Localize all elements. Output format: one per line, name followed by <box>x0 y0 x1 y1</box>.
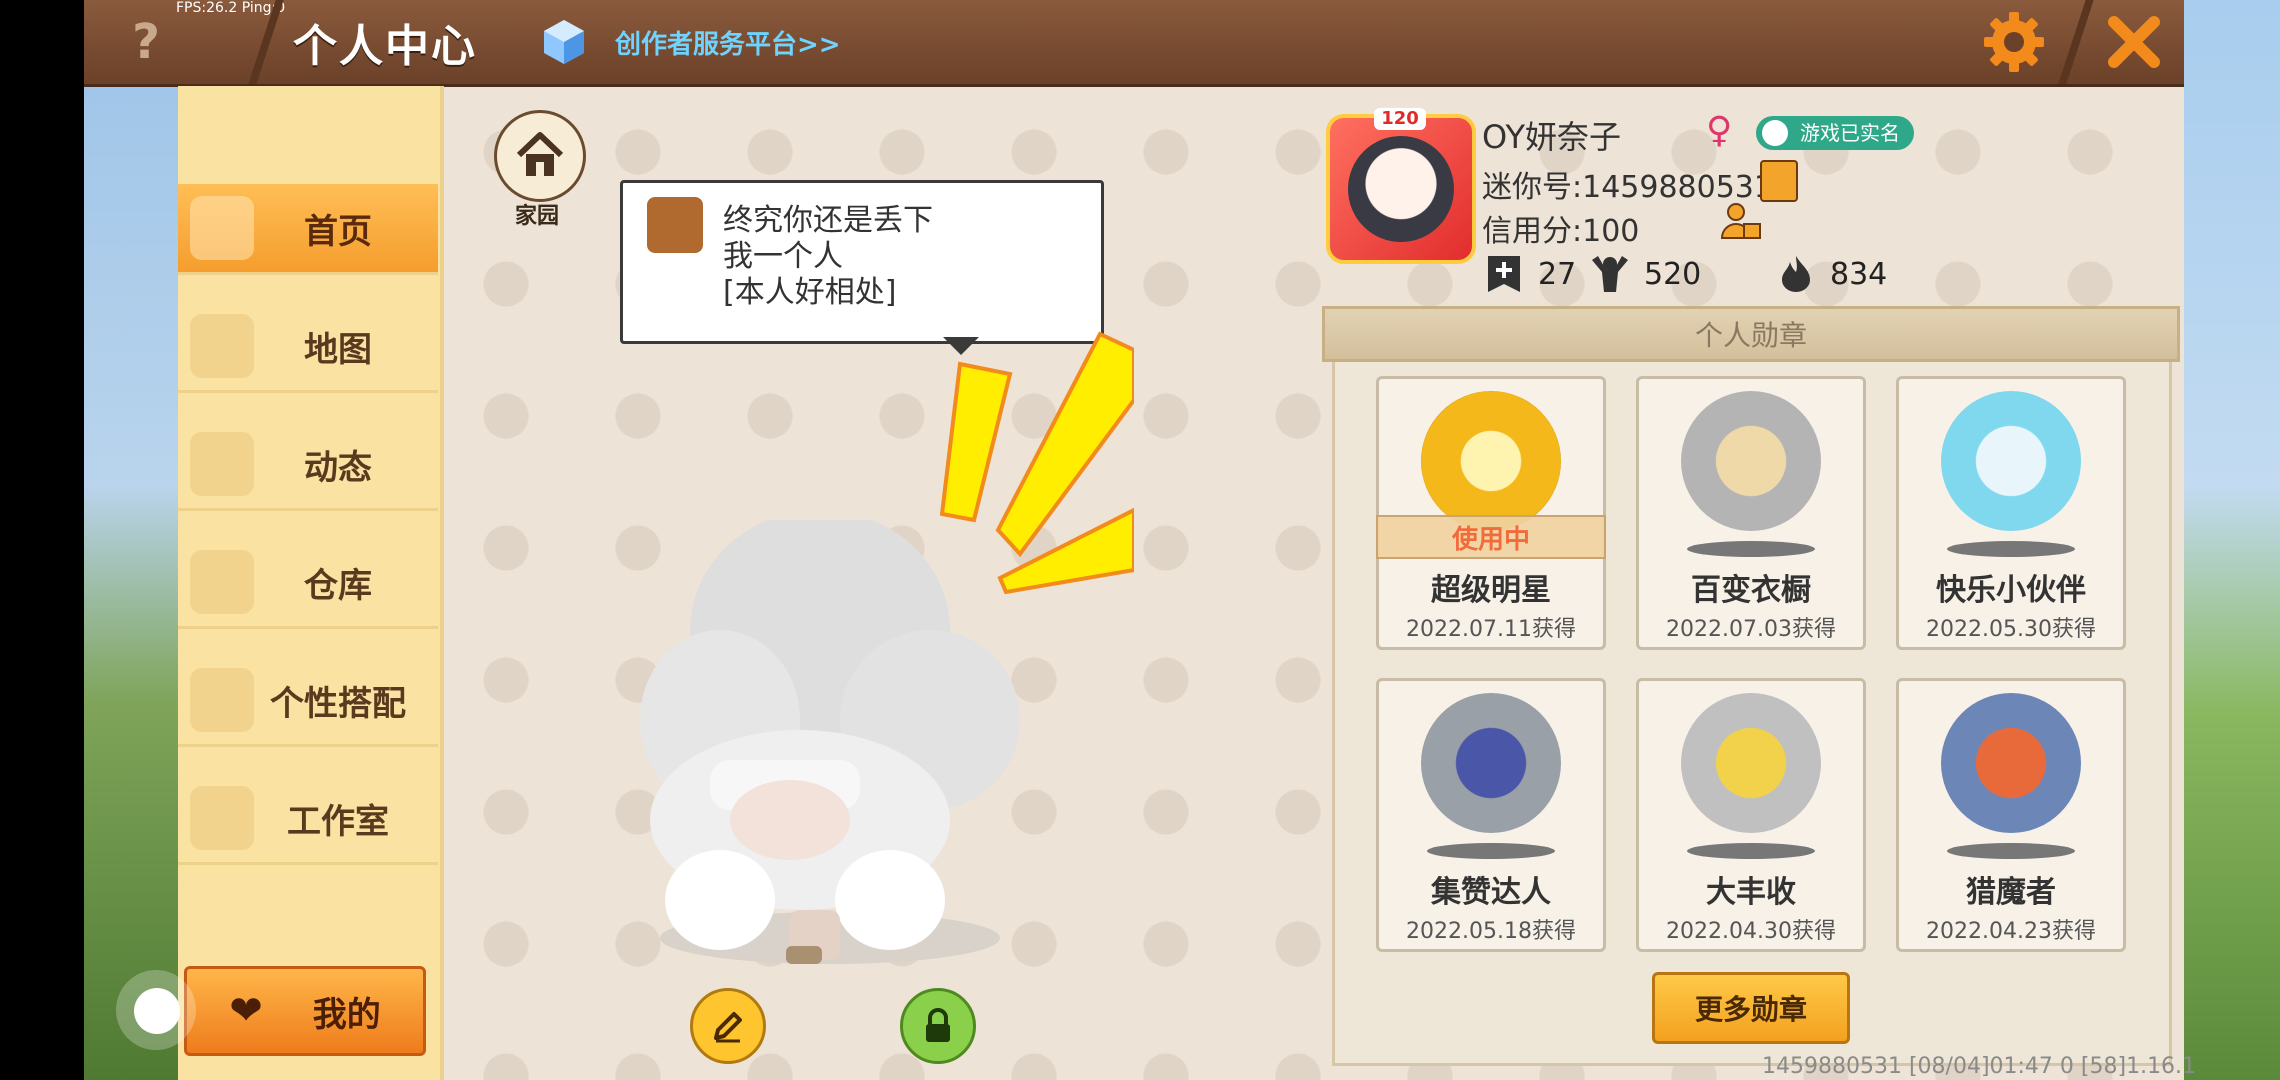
medal-icon <box>1681 391 1821 531</box>
footer-version: 1459880531 [08/04]01:47 0 [58]1.16.1 <box>1762 1054 2197 1079</box>
more-medals-button[interactable]: 更多勋章 <box>1652 972 1850 1044</box>
medal-name: 超级明星 <box>1431 573 1551 608</box>
home-button[interactable] <box>494 110 586 202</box>
stat-fans: 520 <box>1590 254 1701 294</box>
fps-readout: FPS:26.2 Ping:0 <box>176 0 286 16</box>
medal-shadow <box>1947 843 2075 859</box>
medal-date: 2022.05.18获得 <box>1406 919 1576 944</box>
sidebar-item-studio[interactable]: 工作室 <box>178 774 438 865</box>
medal-icon <box>1941 391 2081 531</box>
medal-card[interactable]: 使用中 超级明星 2022.07.11获得 <box>1376 376 1606 650</box>
help-button[interactable]: ? <box>110 12 182 72</box>
joystick-dot[interactable] <box>134 988 180 1034</box>
sidebar-item-warehouse[interactable]: 仓库 <box>178 538 438 629</box>
realname-badge: 游戏已实名 <box>1756 116 1914 150</box>
gender-female-icon: ♀ <box>1706 110 1733 151</box>
medal-date: 2022.04.30获得 <box>1666 919 1836 944</box>
medal-card[interactable]: 百变衣橱 2022.07.03获得 <box>1636 376 1866 650</box>
creator-platform-link[interactable]: 创作者服务平台>> <box>615 24 841 61</box>
lock-icon <box>926 1008 950 1042</box>
medal-icon <box>1421 693 1561 833</box>
background-scenery-right <box>2184 0 2280 1080</box>
medal-card[interactable]: 猎魔者 2022.04.23获得 <box>1896 678 2126 952</box>
bubble-line-3: [本人好相处] <box>723 275 897 310</box>
medal-shadow <box>1947 541 2075 557</box>
my-button[interactable]: ❤ 我的 <box>184 966 426 1056</box>
gear-icon[interactable] <box>1980 8 2048 76</box>
person-card-icon[interactable] <box>1720 200 1762 242</box>
page-title: 个人中心 <box>293 21 477 72</box>
player-avatar[interactable] <box>600 520 1070 980</box>
medal-card[interactable]: 快乐小伙伴 2022.05.30获得 <box>1896 376 2126 650</box>
sidebar-item-map[interactable]: 地图 <box>178 302 438 393</box>
medal-date: 2022.07.03获得 <box>1666 617 1836 642</box>
medal-date: 2022.05.30获得 <box>1926 617 2096 642</box>
sidebar-item-feed[interactable]: 动态 <box>178 420 438 511</box>
medal-name: 猎魔者 <box>1966 875 2056 910</box>
stat-plus: 27 <box>1484 254 1576 294</box>
cheering-person-icon <box>1592 256 1628 292</box>
pencil-icon <box>714 1012 742 1043</box>
in-use-label: 使用中 <box>1376 515 1606 559</box>
flame-icon <box>1782 256 1810 292</box>
credit-score: 信用分:100 <box>1482 214 1640 249</box>
medal-card[interactable]: 集赞达人 2022.05.18获得 <box>1376 678 1606 952</box>
warehouse-icon <box>190 550 254 614</box>
medal-icon <box>1941 693 2081 833</box>
house-icon <box>516 132 564 176</box>
bookmark-plus-icon <box>1488 256 1520 292</box>
lock-button[interactable] <box>900 988 976 1064</box>
copy-icon[interactable] <box>1760 160 1798 202</box>
home-label: 家园 <box>514 204 559 229</box>
medals-title: 个人勋章 <box>1322 306 2180 362</box>
bear-avatar-icon <box>647 197 703 253</box>
medal-card[interactable]: 大丰收 2022.04.30获得 <box>1636 678 1866 952</box>
medal-icon <box>1681 693 1821 833</box>
medal-icon <box>1421 391 1561 531</box>
user-icon <box>1762 120 1788 146</box>
medal-shadow <box>1427 843 1555 859</box>
outfit-icon <box>190 668 254 732</box>
close-icon[interactable] <box>2100 8 2168 76</box>
portrait-face <box>1348 136 1454 242</box>
medal-name: 集赞达人 <box>1431 875 1551 910</box>
cube-icon[interactable] <box>540 18 588 66</box>
medal-name: 百变衣橱 <box>1691 573 1811 608</box>
background-scenery-left <box>84 0 184 1080</box>
player-portrait[interactable]: 120 <box>1326 108 1476 264</box>
studio-icon <box>190 786 254 850</box>
stat-heat: 834 <box>1776 254 1887 294</box>
sidebar-item-outfit[interactable]: 个性搭配 <box>178 656 438 747</box>
house-icon <box>190 196 254 260</box>
player-name: OY妍奈子 <box>1482 118 1621 156</box>
edit-profile-button[interactable] <box>690 988 766 1064</box>
screen-edge <box>0 0 84 1080</box>
medal-name: 快乐小伙伴 <box>1936 573 2086 608</box>
level-badge: 120 <box>1374 108 1426 130</box>
medal-name: 大丰收 <box>1706 875 1796 910</box>
heart-icon: ❤ <box>229 988 263 1034</box>
map-icon <box>190 314 254 378</box>
sidebar-item-home[interactable]: 首页 <box>178 184 438 275</box>
bell-icon <box>190 432 254 496</box>
medal-shadow <box>1687 541 1815 557</box>
medal-date: 2022.04.23获得 <box>1926 919 2096 944</box>
medal-date: 2022.07.11获得 <box>1406 617 1576 642</box>
signature-bubble[interactable]: 终究你还是丢下 我一个人 [本人好相处] <box>620 180 1104 355</box>
medal-shadow <box>1687 843 1815 859</box>
